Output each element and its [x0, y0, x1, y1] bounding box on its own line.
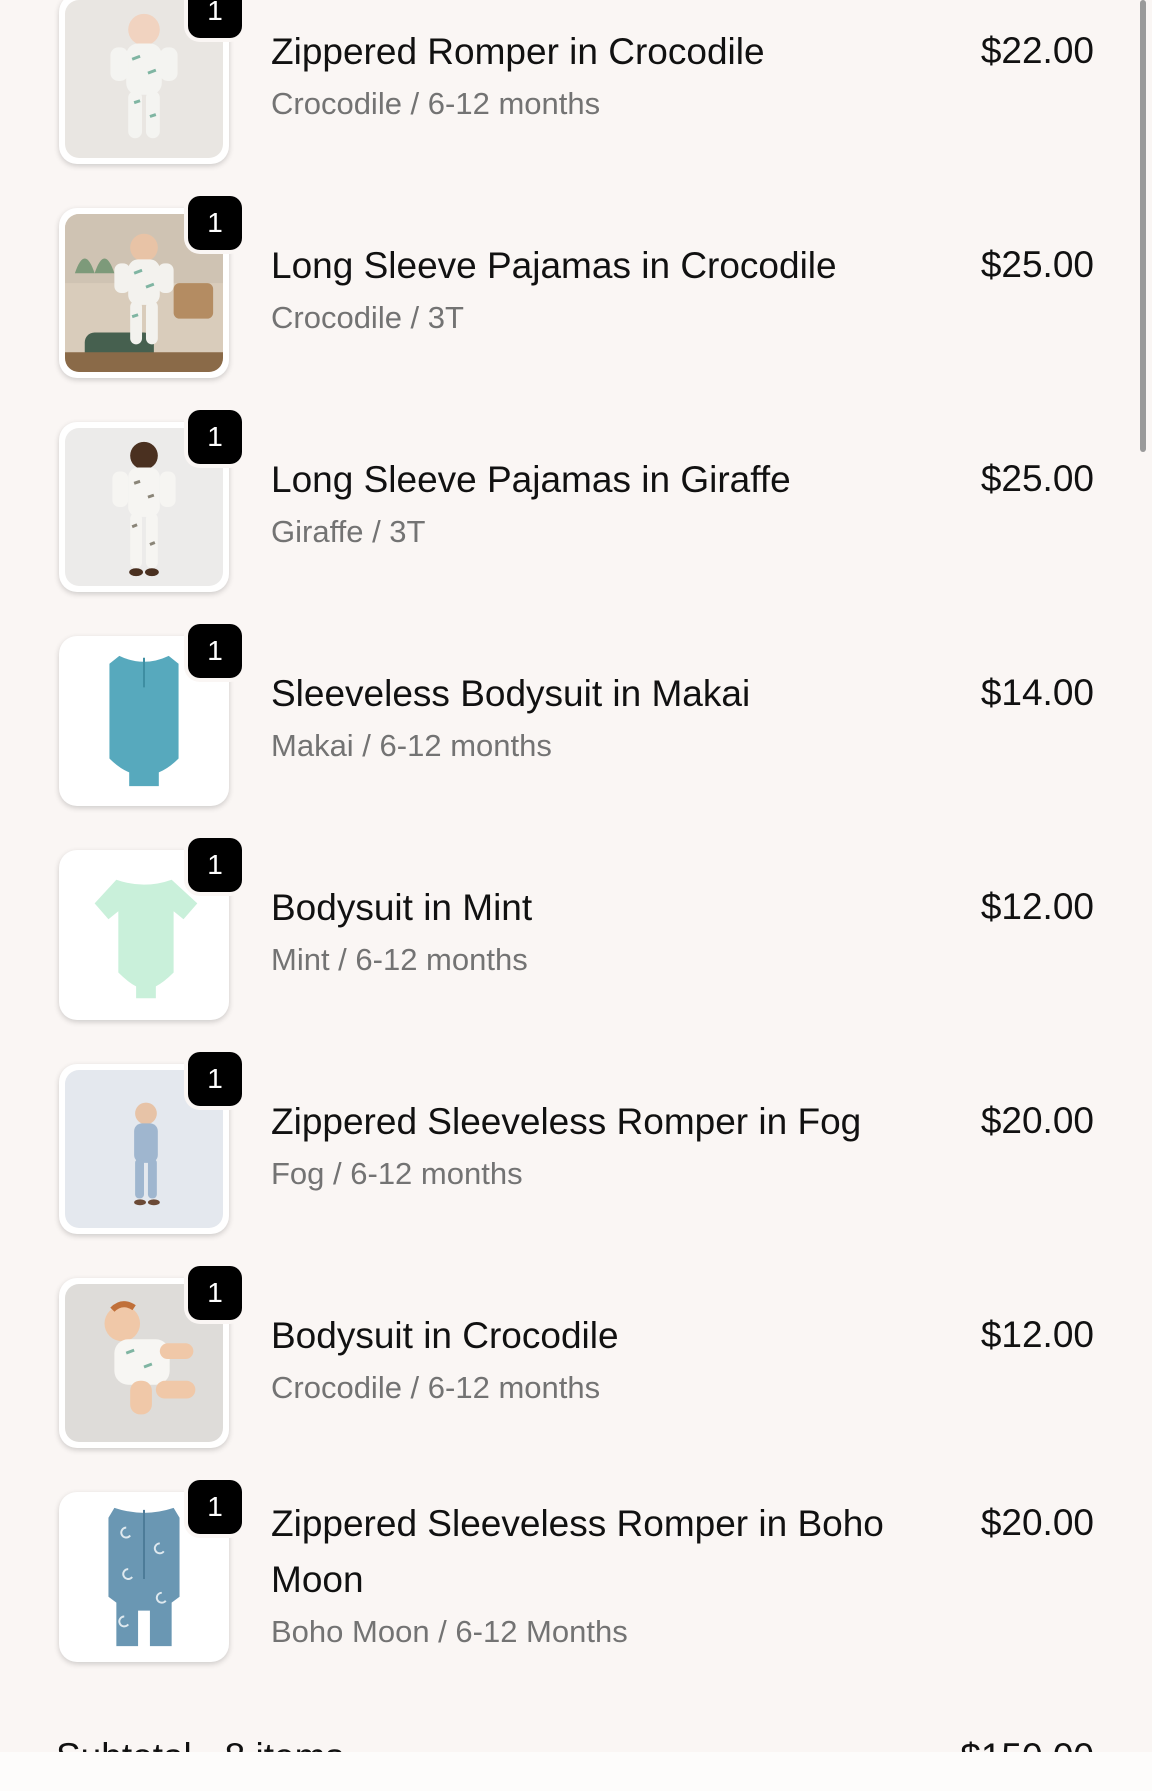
- product-price: $14.00: [980, 672, 1094, 713]
- quantity-badge: 1: [188, 1052, 242, 1106]
- product-variant: Makai / 6-12 months: [271, 728, 552, 763]
- product-price: $12.00: [980, 886, 1094, 927]
- scrollbar[interactable]: [1140, 0, 1146, 452]
- quantity-badge: 1: [188, 1480, 242, 1534]
- product-name[interactable]: Bodysuit in Crocodile: [271, 1308, 911, 1364]
- cart-page: 1 Zippered Romper in Crocodile Crocodile…: [0, 0, 1152, 1791]
- product-name[interactable]: Sleeveless Bodysuit in Makai: [271, 666, 911, 722]
- quantity-badge: 1: [188, 1266, 242, 1320]
- quantity-badge: 1: [188, 0, 242, 38]
- bottom-overlay: [0, 1752, 1152, 1791]
- quantity-badge: 1: [188, 624, 242, 678]
- product-name[interactable]: Zippered Sleeveless Romper in Fog: [271, 1094, 911, 1150]
- quantity-badge: 1: [188, 838, 242, 892]
- product-variant: Crocodile / 6-12 months: [271, 1370, 601, 1405]
- product-variant: Mint / 6-12 months: [271, 942, 528, 977]
- product-name[interactable]: Long Sleeve Pajamas in Crocodile: [271, 238, 911, 294]
- product-price: $25.00: [980, 244, 1094, 285]
- product-name[interactable]: Bodysuit in Mint: [271, 880, 911, 936]
- product-variant: Giraffe / 3T: [271, 514, 426, 549]
- product-variant: Boho Moon / 6-12 Months: [271, 1614, 628, 1649]
- product-name[interactable]: Zippered Sleeveless Romper in Boho Moon: [271, 1496, 891, 1608]
- product-name[interactable]: Zippered Romper in Crocodile: [271, 24, 911, 80]
- product-price: $20.00: [980, 1502, 1094, 1543]
- product-variant: Fog / 6-12 months: [271, 1156, 523, 1191]
- quantity-badge: 1: [188, 196, 242, 250]
- product-price: $22.00: [980, 30, 1094, 71]
- quantity-badge: 1: [188, 410, 242, 464]
- product-variant: Crocodile / 6-12 months: [271, 86, 601, 121]
- product-variant: Crocodile / 3T: [271, 300, 464, 335]
- product-name[interactable]: Long Sleeve Pajamas in Giraffe: [271, 452, 911, 508]
- product-price: $20.00: [980, 1100, 1094, 1141]
- product-price: $25.00: [980, 458, 1094, 499]
- product-price: $12.00: [980, 1314, 1094, 1355]
